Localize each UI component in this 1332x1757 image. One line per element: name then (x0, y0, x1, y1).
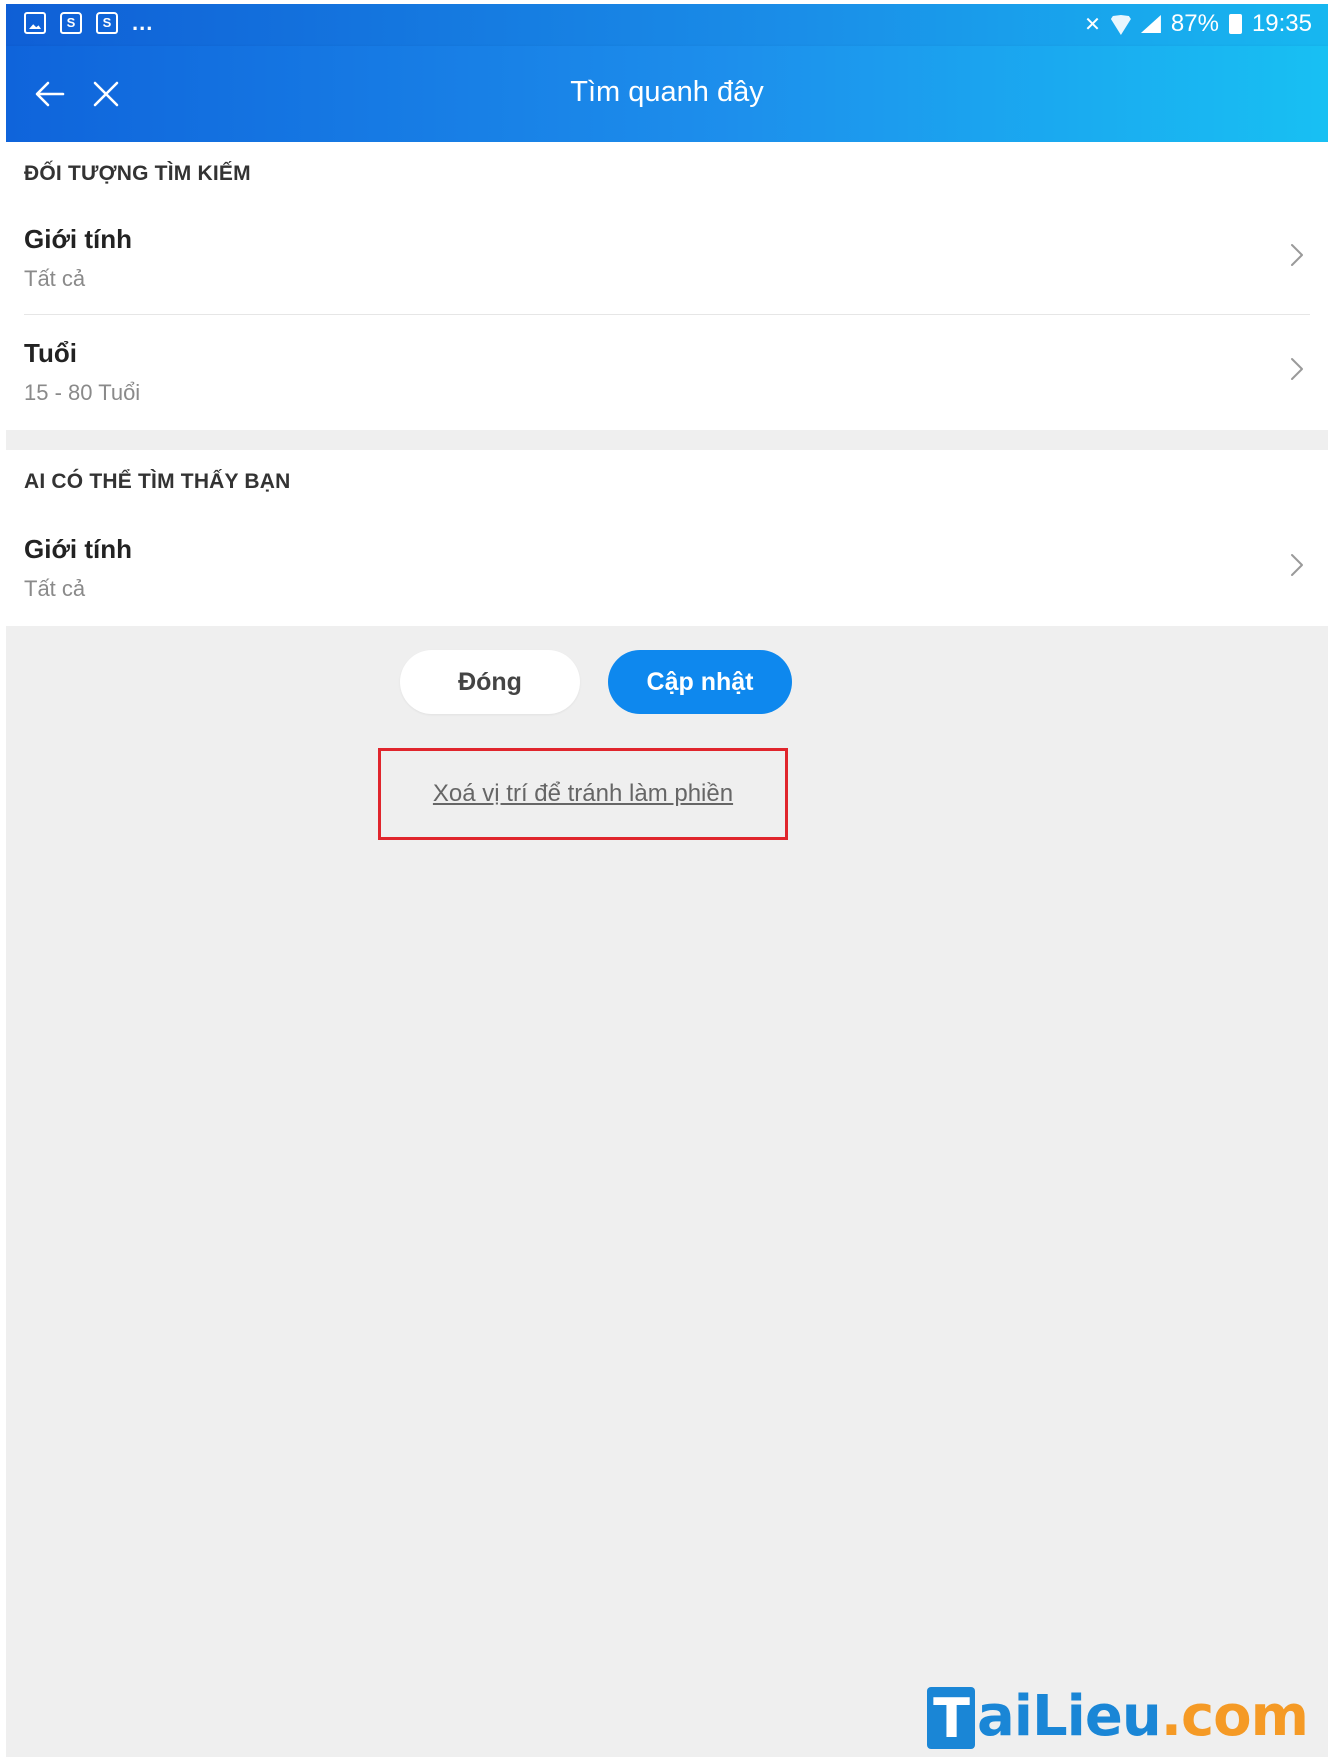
row-value: 15 - 80 Tuổi (24, 380, 141, 405)
row-label: Giới tính (24, 534, 133, 564)
chevron-right-icon (1291, 554, 1303, 576)
notification-icons: ... (24, 12, 153, 34)
more-notifications: ... (132, 10, 154, 35)
row-value: Tất cả (24, 266, 86, 291)
section-heading: ĐỐI TƯỢNG TÌM KIẾM (24, 162, 251, 185)
update-button[interactable]: Cập nhật (608, 650, 792, 714)
battery-percent: 87% (1170, 10, 1219, 37)
watermark-letter: T (926, 1687, 975, 1750)
signal-icon (1140, 15, 1161, 33)
search-target-section: ĐỐI TƯỢNG TÌM KIẾM Giới tính Tất cả Tuổi… (6, 142, 1328, 430)
row-label: Giới tính (24, 224, 133, 254)
watermark-logo: T aiLieu .com (926, 1679, 1309, 1750)
row-value: Tất cả (24, 576, 86, 601)
row-label: Tuổi (24, 338, 77, 368)
status-bar: ... ✕ 87% 19:35 (6, 4, 1328, 46)
app-screen: ... ✕ 87% 19:35 Tìm quanh đây ĐỐI TƯỢNG … (6, 4, 1328, 1757)
watermark-suffix: .com (1160, 1684, 1309, 1749)
clear-location-link[interactable]: Xoá vị trí để tránh làm phiền (378, 748, 788, 840)
shopee-icon (96, 12, 118, 34)
visibility-section: AI CÓ THỂ TÌM THẤY BẠN Giới tính Tất cả (6, 450, 1328, 626)
search-gender-row[interactable]: Giới tính Tất cả (6, 198, 1328, 310)
page-title: Tìm quanh đây (570, 76, 764, 108)
app-header: Tìm quanh đây (6, 46, 1328, 142)
chevron-right-icon (1291, 358, 1303, 380)
wifi-icon (1111, 15, 1131, 33)
battery-icon (1228, 14, 1242, 34)
search-age-row[interactable]: Tuổi 15 - 80 Tuổi (6, 312, 1328, 424)
clock: 19:35 (1251, 10, 1312, 37)
system-status: ✕ 87% 19:35 (1084, 10, 1312, 38)
gallery-icon (24, 12, 46, 34)
watermark-text: aiLieu (976, 1684, 1162, 1749)
visibility-gender-row[interactable]: Giới tính Tất cả (6, 508, 1328, 620)
mute-icon: ✕ (1084, 13, 1101, 36)
section-heading: AI CÓ THỂ TÌM THẤY BẠN (24, 470, 291, 493)
chevron-right-icon (1291, 244, 1303, 266)
close-button[interactable]: Đóng (400, 650, 580, 714)
shopee-icon (60, 12, 82, 34)
